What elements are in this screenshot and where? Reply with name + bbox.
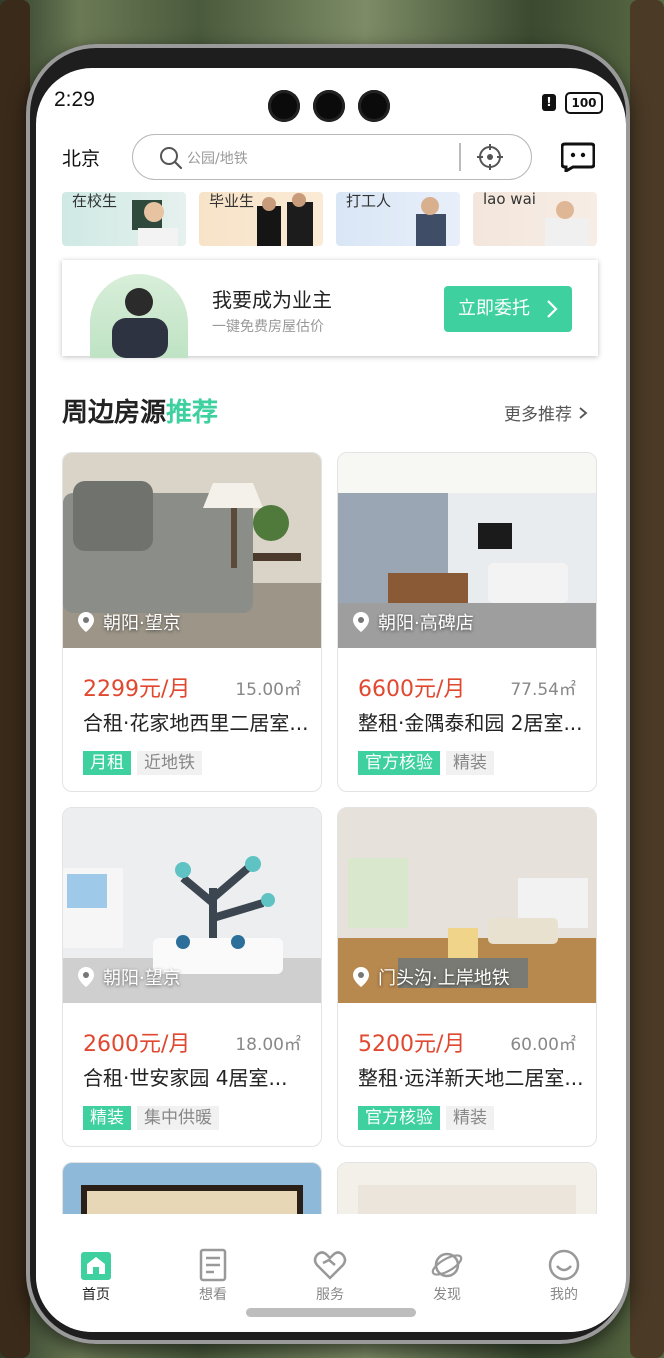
planet-icon (431, 1252, 463, 1278)
listing-location: 朝阳·高碑店 (352, 609, 474, 635)
tab-wishlist[interactable]: 想看 (173, 1248, 253, 1304)
alert-icon: ! (542, 94, 556, 111)
section-title-highlight: 推荐 (166, 398, 219, 428)
search-bar[interactable]: 公园/地铁 (132, 134, 532, 180)
listing-price: 6600元/月 (358, 677, 466, 702)
tab-services[interactable]: 服务 (290, 1248, 370, 1304)
category-foreigner[interactable]: lao wai (473, 192, 597, 246)
battery-indicator: 100 (565, 92, 603, 114)
map-pin-icon (78, 967, 94, 987)
owner-avatar (90, 274, 188, 358)
listing-area: 60.00㎡ (510, 1035, 576, 1055)
category-illustration (257, 193, 313, 246)
listing-title: 整租·金隅泰和园 2居室... (358, 711, 583, 735)
search-icon (160, 147, 183, 170)
camera-dot (358, 90, 390, 122)
listing-tags: 精装 集中供暖 (83, 1106, 225, 1130)
map-pin-icon (78, 612, 94, 632)
entrust-button[interactable]: 立即委托 (444, 286, 572, 332)
listing-tags: 月租 近地铁 (83, 751, 208, 775)
listing-card[interactable]: 朝阳·望京 2299元/月 15.00㎡ 合租·花家地西里二居室... 月租 近地… (62, 452, 322, 792)
camera-dot (268, 90, 300, 122)
listing-area: 18.00㎡ (235, 1035, 301, 1055)
map-pin-icon (353, 612, 369, 632)
home-indicator[interactable] (246, 1308, 416, 1317)
listing-price: 2600元/月 (83, 1032, 191, 1057)
listing-card[interactable]: 朝阳·望京 2600元/月 18.00㎡ 合租·世安家园 4居室... 精装 集中… (62, 807, 322, 1147)
status-time: 2:29 (54, 88, 95, 111)
listing-location: 朝阳·望京 (77, 609, 181, 635)
status-bar: 2:29 ! 100 (36, 68, 626, 126)
listing-price: 5200元/月 (358, 1032, 466, 1057)
city-selector[interactable]: 北京 (62, 144, 100, 171)
section-title: 周边房源推荐 (62, 392, 218, 429)
listing-card[interactable]: 朝阳·高碑店 6600元/月 77.54㎡ 整租·金隅泰和园 2居室... 官方… (337, 452, 597, 792)
search-input[interactable]: 公园/地铁 (187, 148, 248, 168)
listing-title: 合租·花家地西里二居室... (83, 711, 309, 735)
category-illustration (132, 200, 178, 246)
tab-profile[interactable]: 我的 (524, 1248, 604, 1304)
app-screen: 2:29 ! 100 北京 公园/地铁 在校生 毕业生 打工人 lao wai … (36, 68, 626, 1332)
listing-tag: 官方核验 (358, 751, 440, 775)
listing-tag: 精装 (446, 751, 494, 775)
tab-discover[interactable]: 发现 (407, 1248, 487, 1304)
more-recommend-link[interactable]: 更多推荐 (504, 400, 589, 425)
category-illustration (545, 201, 589, 246)
search-divider (459, 143, 461, 171)
tab-label: 我的 (550, 1287, 578, 1303)
listing-area: 15.00㎡ (235, 680, 301, 700)
chevron-right-icon (579, 407, 588, 419)
camera-dot (313, 90, 345, 122)
listing-tag: 集中供暖 (137, 1106, 219, 1130)
listing-tag: 近地铁 (137, 751, 202, 775)
document-icon (199, 1248, 227, 1282)
home-icon (81, 1252, 111, 1280)
background-tree (630, 0, 664, 1358)
owner-subtitle: 一键免费房屋估价 (212, 319, 324, 335)
listing-title: 合租·世安家园 4居室... (83, 1066, 288, 1090)
tab-label: 服务 (316, 1287, 344, 1303)
map-pin-icon (353, 967, 369, 987)
heart-handshake-icon (313, 1251, 347, 1280)
listing-tag: 精装 (83, 1106, 131, 1130)
category-illustration (416, 197, 446, 246)
top-bar: 北京 公园/地铁 (36, 132, 626, 184)
section-title-main: 周边房源 (62, 398, 167, 428)
listing-tag: 月租 (83, 751, 131, 775)
tab-home[interactable]: 首页 (56, 1248, 136, 1304)
listing-title: 整租·远洋新天地二居室... (358, 1066, 584, 1090)
owner-banner: 我要成为业主 一键免费房屋估价 立即委托 (62, 260, 598, 358)
message-icon[interactable] (561, 142, 595, 172)
person-illustration (112, 288, 168, 358)
listing-card[interactable]: 门头沟·上岸地铁 5200元/月 60.00㎡ 整租·远洋新天地二居室... 官… (337, 807, 597, 1147)
listing-tag: 精装 (446, 1106, 494, 1130)
category-strip: 在校生 毕业生 打工人 lao wai (62, 192, 602, 248)
listing-area: 77.54㎡ (510, 680, 576, 700)
tab-label: 首页 (82, 1287, 110, 1303)
locate-icon[interactable] (477, 144, 503, 170)
listing-tag: 官方核验 (358, 1106, 440, 1130)
listing-tags: 官方核验 精装 (358, 751, 500, 775)
listing-tags: 官方核验 精装 (358, 1106, 500, 1130)
category-student[interactable]: 在校生 (62, 192, 186, 246)
chevron-right-icon (546, 286, 558, 350)
entrust-button-label: 立即委托 (458, 298, 530, 319)
tab-label: 想看 (199, 1287, 227, 1303)
listing-location: 朝阳·望京 (77, 964, 181, 990)
listing-price: 2299元/月 (83, 677, 191, 702)
smile-icon (548, 1249, 580, 1281)
tab-label: 发现 (433, 1287, 461, 1303)
category-graduate[interactable]: 毕业生 (199, 192, 323, 246)
listing-location: 门头沟·上岸地铁 (352, 964, 510, 990)
more-label: 更多推荐 (504, 405, 572, 425)
category-worker[interactable]: 打工人 (336, 192, 460, 246)
owner-title: 我要成为业主 (212, 288, 332, 312)
